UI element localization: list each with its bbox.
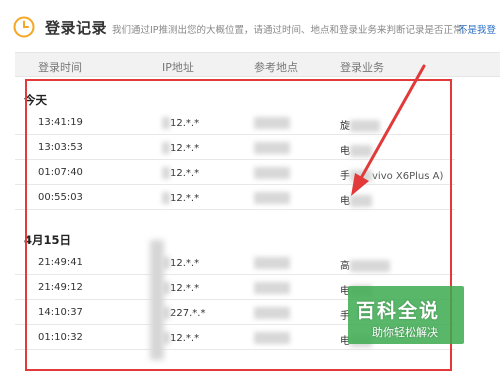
column-time: 登录时间 — [38, 61, 82, 74]
table-row: 21:49:41 12.*.* 高 — [15, 251, 455, 275]
location — [254, 167, 290, 179]
ip-address: 12.*.* — [162, 332, 199, 344]
clock-icon — [13, 16, 35, 38]
ip-address: 227.*.* — [162, 307, 205, 319]
ip-address: 12.*.* — [162, 142, 199, 154]
ip-address: 12.*.* — [162, 192, 199, 204]
column-location: 参考地点 — [254, 61, 298, 74]
watermark-title: 百科全说 — [356, 300, 441, 322]
login-time: 13:41:19 — [38, 117, 83, 128]
watermark-subtitle: 助你轻松解决 — [372, 326, 438, 339]
column-service: 登录业务 — [340, 61, 384, 74]
login-time: 21:49:41 — [38, 257, 83, 268]
redaction-blur — [150, 240, 164, 360]
login-time: 01:07:40 — [38, 167, 83, 178]
column-ip: IP地址 — [162, 61, 194, 74]
table-row: 01:07:40 12.*.* 手 vivo X6Plus A) — [15, 161, 455, 185]
login-time: 01:10:32 — [38, 332, 83, 343]
page-header: 登录记录 我们通过IP推测出您的大概位置，请通过时间、地点和登录业务来判断记录是… — [0, 0, 500, 52]
group-label-apr15: 4月15日 — [24, 233, 72, 247]
login-time: 21:49:12 — [38, 282, 83, 293]
ip-address: 12.*.* — [162, 167, 199, 179]
location — [254, 307, 290, 319]
service: 高 — [340, 257, 390, 272]
location — [254, 117, 290, 129]
group-label-today: 今天 — [24, 93, 47, 107]
location — [254, 282, 290, 294]
table-row: 00:55:03 12.*.* 电 — [15, 186, 455, 210]
login-time: 00:55:03 — [38, 192, 83, 203]
service: 手 vivo X6Plus A) — [340, 170, 444, 182]
ip-address: 12.*.* — [162, 257, 199, 269]
ip-address: 12.*.* — [162, 117, 199, 129]
page-title: 登录记录 — [45, 19, 108, 37]
login-time: 14:10:37 — [38, 307, 83, 318]
watermark: 百科全说 助你轻松解决 — [348, 286, 468, 346]
location — [254, 332, 290, 344]
table-row: 13:03:53 12.*.* 电 — [15, 136, 455, 160]
ip-address: 12.*.* — [162, 282, 199, 294]
not-me-link[interactable]: 不是我登 — [458, 22, 496, 36]
location — [254, 192, 290, 204]
table-row: 13:41:19 12.*.* 旋 — [15, 111, 455, 135]
location — [254, 257, 290, 269]
table-header: 登录时间 IP地址 参考地点 登录业务 — [15, 52, 500, 77]
location — [254, 142, 290, 154]
page-description: 我们通过IP推测出您的大概位置，请通过时间、地点和登录业务来判断记录是否正常。 — [112, 25, 473, 36]
service: 电 — [340, 192, 372, 207]
service: 电 — [340, 142, 372, 157]
service: 旋 — [340, 117, 380, 132]
login-time: 13:03:53 — [38, 142, 83, 153]
